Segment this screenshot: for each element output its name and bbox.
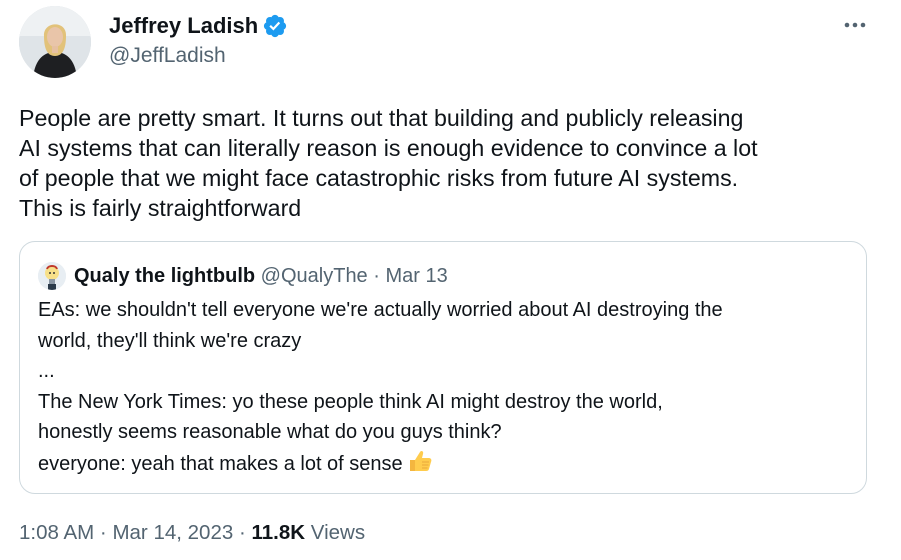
tweet-text-line: People are pretty smart. It turns out th… (19, 105, 744, 131)
tweet-meta: 1:08 AM · Mar 14, 2023 · 11.8K Views (19, 518, 365, 548)
profile-photo-icon (19, 6, 91, 78)
tweet-text: People are pretty smart. It turns out th… (19, 103, 879, 223)
lightbulb-icon (38, 262, 66, 290)
quote-author-name[interactable]: Qualy the lightbulb (74, 265, 255, 287)
quote-text-line: honestly seems reasonable what do you gu… (38, 421, 502, 443)
tweet-text-line: of people that we might face catastrophi… (19, 165, 739, 191)
quote-text-line: world, they'll think we're crazy (38, 329, 302, 352)
tweet: Jeffrey Ladish @JeffLadish People are pr… (0, 0, 901, 560)
meta-separator: · (238, 521, 246, 544)
quote-header: Qualy the lightbulb @QualyThe · Mar 13 (74, 262, 448, 290)
quote-text-line: The New York Times: yo these people thin… (38, 390, 663, 413)
meta-separator: · (99, 521, 107, 544)
tweet-text-line: AI systems that can literally reason is … (19, 135, 758, 161)
quote-text-line: EAs: we shouldn't tell everyone we're ac… (38, 299, 723, 321)
quoted-tweet[interactable]: Qualy the lightbulb @QualyThe · Mar 13 E… (19, 241, 867, 494)
quote-text-line-last: everyone: yeah that makes a lot of sense (38, 448, 858, 480)
author-avatar[interactable] (19, 6, 91, 78)
author-handle[interactable]: @JeffLadish (109, 42, 226, 70)
verified-badge-icon[interactable] (262, 13, 288, 39)
quote-text-line: everyone: yeah that makes a lot of sense (38, 452, 403, 475)
tweet-date[interactable]: Mar 14, 2023 (112, 521, 233, 544)
quote-text: EAs: we shouldn't tell everyone we're ac… (38, 295, 858, 479)
views-label: Views (310, 521, 366, 544)
ellipsis-icon[interactable] (838, 12, 872, 38)
tweet-text-line: This is fairly straightforward (19, 195, 302, 221)
tweet-time[interactable]: 1:08 AM (19, 521, 94, 544)
quote-avatar[interactable] (38, 262, 66, 290)
quote-separator: · (373, 265, 380, 287)
quote-text-line: ... (38, 360, 55, 382)
quote-date[interactable]: Mar 13 (385, 265, 447, 287)
views-count: 11.8K (251, 521, 306, 544)
quote-author-handle[interactable]: @QualyThe (261, 265, 368, 287)
thumbs-up-emoji-icon (409, 450, 432, 471)
author-name[interactable]: Jeffrey Ladish (109, 12, 258, 40)
